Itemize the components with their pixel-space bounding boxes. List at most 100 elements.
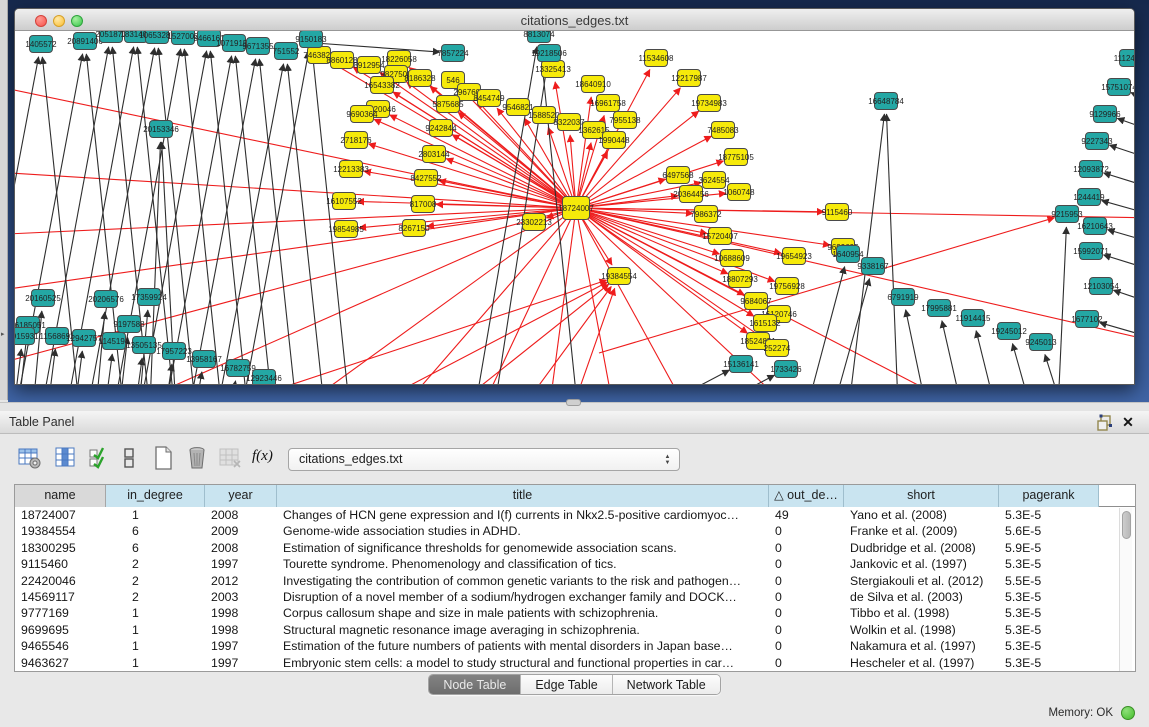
delete-table-icon[interactable]: [218, 446, 242, 470]
network-canvas[interactable]: 1872400774638228860128891295418226058982…: [15, 31, 1135, 385]
network-node-label: 12213383: [333, 165, 369, 174]
network-node[interactable]: 9129966: [1089, 106, 1121, 123]
splitter-grip[interactable]: [566, 399, 581, 406]
network-node[interactable]: 8427552: [410, 170, 442, 187]
network-node[interactable]: 2718176: [340, 132, 372, 149]
table-settings-icon[interactable]: [18, 446, 42, 470]
column-header-name[interactable]: name: [15, 485, 106, 507]
network-node[interactable]: 8813074: [523, 31, 555, 43]
network-node[interactable]: 1244419: [1073, 189, 1105, 206]
tab-edge-table[interactable]: Edge Table: [521, 675, 612, 694]
splitter-strip[interactable]: [0, 0, 8, 400]
table-row[interactable]: 946554611997Estimation of the future num…: [15, 638, 1119, 654]
network-node[interactable]: 9150183: [295, 31, 327, 48]
table-cell: 9777169: [15, 605, 106, 621]
network-node[interactable]: 9197588: [113, 316, 145, 333]
attribute-checklist-icon[interactable]: [88, 446, 112, 470]
network-node-label: 17995881: [921, 304, 957, 313]
column-header-short[interactable]: short: [844, 485, 999, 507]
table-cell: 0: [769, 556, 844, 572]
network-node[interactable]: 9242844: [425, 120, 457, 137]
network-node[interactable]: 9115460: [822, 204, 853, 221]
network-node[interactable]: 3624554: [698, 172, 730, 189]
memory-status-indicator[interactable]: [1121, 706, 1135, 720]
network-node[interactable]: 7955138: [609, 112, 641, 129]
table-cell: 1: [106, 655, 205, 671]
network-node[interactable]: 7857224: [437, 45, 469, 62]
table-row[interactable]: 911546021997Tourette syndrome. Phenomeno…: [15, 556, 1119, 572]
network-node[interactable]: 5875685: [432, 96, 464, 113]
network-node[interactable]: 2803144: [418, 146, 450, 163]
table-cell: Yano et al. (2008): [844, 507, 999, 523]
network-window-titlebar[interactable]: citations_edges.txt: [15, 9, 1134, 31]
network-node[interactable]: 817008: [410, 196, 437, 213]
collapse-arrow-icon[interactable]: ▸: [1, 330, 5, 338]
network-node-label: 9150183: [295, 35, 327, 44]
network-node[interactable]: 7986372: [690, 206, 722, 223]
network-node[interactable]: 1615132: [749, 315, 781, 332]
network-node[interactable]: 9227343: [1081, 133, 1113, 150]
network-node-label: 15751074: [1101, 83, 1135, 92]
network-node[interactable]: 9245013: [1025, 334, 1057, 351]
network-node[interactable]: 1145194: [99, 333, 130, 350]
table-row[interactable]: 2242004622012Investigating the contribut…: [15, 573, 1119, 589]
memory-status-label: Memory: OK: [1048, 707, 1113, 719]
table-cell: 0: [769, 589, 844, 605]
table-cell: Wolkin et al. (1998): [844, 622, 999, 638]
network-node[interactable]: 9671355: [242, 38, 274, 55]
network-node[interactable]: 8267150: [398, 220, 430, 237]
network-node[interactable]: 18724007: [558, 197, 594, 220]
network-node-label: 12923446: [246, 374, 282, 383]
network-node[interactable]: 6497568: [662, 167, 694, 184]
function-builder-icon[interactable]: f(x): [252, 448, 273, 465]
network-node[interactable]: 9690364: [346, 106, 378, 123]
network-node[interactable]: 6791919: [887, 289, 919, 306]
network-node[interactable]: 9215953: [1051, 206, 1083, 223]
table-row[interactable]: 969969511998Structural magnetic resonanc…: [15, 622, 1119, 638]
table-row[interactable]: 1830029562008Estimation of significance …: [15, 540, 1119, 556]
column-header-in_degree[interactable]: in_degree: [106, 485, 205, 507]
table-row[interactable]: 977716911998Corpus callosum shape and si…: [15, 605, 1119, 621]
table-cell: 0: [769, 622, 844, 638]
float-panel-icon[interactable]: [1096, 414, 1114, 431]
network-node[interactable]: 252274: [764, 340, 791, 357]
network-node[interactable]: 1405572: [25, 36, 57, 53]
table-column-icon[interactable]: [54, 446, 78, 470]
rows-icon[interactable]: [122, 446, 136, 470]
network-node[interactable]: 1677102: [1071, 311, 1103, 328]
network-node[interactable]: 9338167: [857, 258, 889, 275]
table-cell: 5.3E-5: [999, 507, 1099, 523]
column-header-out_de[interactable]: △ out_de…: [769, 485, 844, 507]
network-node-label: 12217987: [671, 74, 707, 83]
network-node-label: 19218506: [531, 49, 567, 58]
network-table-select[interactable]: citations_edges.txt ▲▼: [288, 448, 680, 471]
column-header-title[interactable]: title: [277, 485, 769, 507]
table-cell: 18724007: [15, 507, 106, 523]
tab-network-table[interactable]: Network Table: [613, 675, 720, 694]
network-node[interactable]: 8454749: [473, 90, 505, 107]
network-node[interactable]: 751552: [273, 43, 300, 60]
network-node[interactable]: 7485083: [707, 122, 739, 139]
new-table-icon[interactable]: [152, 446, 176, 470]
table-scrollbar-thumb[interactable]: [1122, 511, 1131, 539]
tab-node-table[interactable]: Node Table: [429, 675, 521, 694]
network-node[interactable]: 1060748: [723, 184, 755, 201]
column-header-pagerank[interactable]: pagerank: [999, 485, 1099, 507]
network-node[interactable]: 8186328: [404, 70, 436, 87]
table-row[interactable]: 1456911722003Disruption of a novel membe…: [15, 589, 1119, 605]
column-header-year[interactable]: year: [205, 485, 277, 507]
table-cell: 2: [106, 589, 205, 605]
table-row[interactable]: 1872400712008Changes of HCN gene express…: [15, 507, 1119, 523]
network-node[interactable]: 1990448: [598, 132, 630, 149]
network-node-label: 9215953: [1051, 210, 1083, 219]
delete-row-trash-icon[interactable]: [186, 446, 210, 470]
table-row[interactable]: 1938455462009Genome-wide association stu…: [15, 523, 1119, 539]
close-panel-icon[interactable]: ✕: [1120, 414, 1136, 431]
network-node[interactable]: 9684067: [740, 293, 772, 310]
network-node[interactable]: 1733426: [770, 361, 802, 378]
network-node[interactable]: 1640954: [832, 246, 864, 263]
table-scrollbar[interactable]: [1119, 508, 1132, 671]
table-row[interactable]: 946362711997Embryonic stem cells: a mode…: [15, 655, 1119, 671]
network-view-window[interactable]: citations_edges.txt 18724007746382288601…: [14, 8, 1135, 385]
table-cell: 1998: [205, 622, 277, 638]
